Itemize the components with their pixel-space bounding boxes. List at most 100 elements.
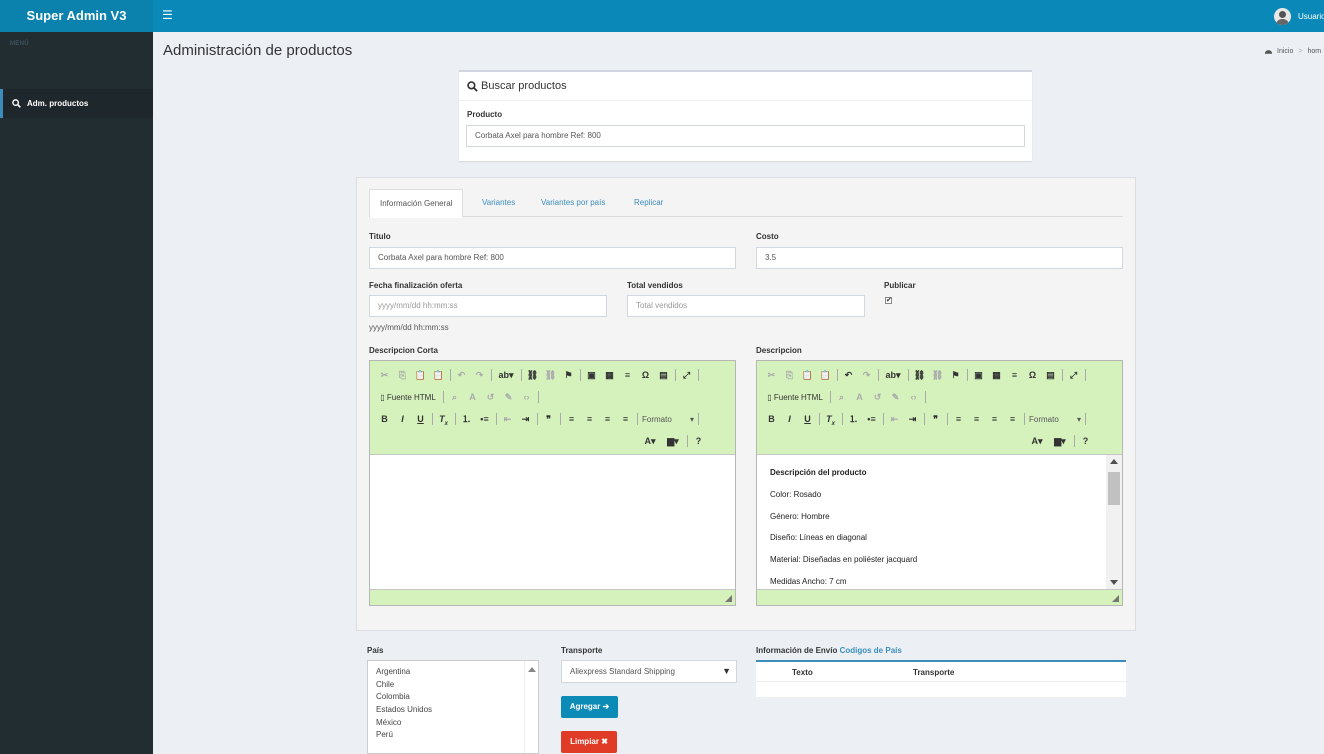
table-icon[interactable]: ▦ xyxy=(990,369,1003,382)
format-dropdown[interactable]: Formato ▾ xyxy=(1029,415,1081,424)
spellcheck-icon[interactable]: ab▾ xyxy=(883,369,903,382)
country-option[interactable]: Chile xyxy=(376,680,394,689)
iframe-icon[interactable]: ▤ xyxy=(1044,369,1057,382)
clear-button[interactable]: Limpiar ✖ xyxy=(561,731,617,753)
help-icon[interactable]: ? xyxy=(1079,435,1092,448)
horizontal-line-icon[interactable]: ≡ xyxy=(1008,369,1021,382)
find-icon[interactable]: ⌕ xyxy=(835,391,848,404)
align-left-icon[interactable]: ≡ xyxy=(952,413,965,426)
country-option[interactable]: Argentina xyxy=(376,667,410,676)
scroll-up-arrow-icon[interactable] xyxy=(1110,459,1118,464)
italic-icon[interactable]: I xyxy=(396,413,409,426)
justify-icon[interactable]: ≡ xyxy=(1006,413,1019,426)
find-icon[interactable]: ⌕ xyxy=(448,391,461,404)
copy-icon[interactable]: ⎘ xyxy=(396,369,409,382)
align-center-icon[interactable]: ≡ xyxy=(970,413,983,426)
app-logo[interactable]: Super Admin V3 xyxy=(0,0,153,32)
special-char-icon[interactable]: Ω xyxy=(1026,369,1039,382)
paste-text-icon[interactable]: 📋 xyxy=(819,369,832,382)
resize-handle-icon[interactable] xyxy=(725,595,732,602)
text-color-icon[interactable]: A▾ xyxy=(1028,435,1046,448)
undo-icon[interactable]: ↶ xyxy=(842,369,855,382)
short-description-content[interactable] xyxy=(370,454,735,590)
horizontal-line-icon[interactable]: ≡ xyxy=(621,369,634,382)
redo-icon[interactable]: ↷ xyxy=(860,369,873,382)
country-codes-link[interactable]: Codigos de País xyxy=(840,646,902,655)
bold-icon[interactable]: B xyxy=(378,413,391,426)
description-content[interactable]: Descripción del producto Color: Rosado G… xyxy=(757,454,1122,590)
redo-icon[interactable]: ↷ xyxy=(473,369,486,382)
breadcrumb-home[interactable]: Inicio xyxy=(1277,48,1293,55)
link-icon[interactable]: ⛓ xyxy=(526,369,539,382)
tab-variantes[interactable]: Variantes xyxy=(482,189,515,217)
maximize-icon[interactable]: ⤢ xyxy=(680,369,693,382)
code-icon[interactable]: ‹› xyxy=(907,391,920,404)
background-color-icon[interactable]: ▆▾ xyxy=(1051,435,1069,448)
remove-format-icon[interactable]: ↺ xyxy=(484,391,497,404)
offer-end-date-input[interactable]: yyyy/mm/dd hh:mm:ss xyxy=(369,295,607,317)
replace-icon[interactable]: A xyxy=(466,391,479,404)
total-sold-input[interactable]: Total vendidos xyxy=(627,295,865,317)
underline-icon[interactable]: U xyxy=(414,413,427,426)
outdent-icon[interactable]: ⇤ xyxy=(501,413,514,426)
numbered-list-icon[interactable]: ⒈ xyxy=(847,413,860,426)
spellcheck-icon[interactable]: ab▾ xyxy=(496,369,516,382)
tab-informacion-general[interactable]: Información General xyxy=(369,189,464,218)
source-html-button[interactable]: ▯ Fuente HTML xyxy=(765,391,825,404)
anchor-flag-icon[interactable]: ⚑ xyxy=(949,369,962,382)
country-option[interactable]: Perú xyxy=(376,730,393,739)
country-option[interactable]: Estados Unidos xyxy=(376,705,432,714)
iframe-icon[interactable]: ▤ xyxy=(657,369,670,382)
add-button[interactable]: Agregar ➔ xyxy=(561,696,618,718)
remove-format-icon[interactable]: ↺ xyxy=(871,391,884,404)
align-right-icon[interactable]: ≡ xyxy=(601,413,614,426)
bold-icon[interactable]: B xyxy=(765,413,778,426)
justify-icon[interactable]: ≡ xyxy=(619,413,632,426)
blockquote-icon[interactable]: ❞ xyxy=(929,413,942,426)
align-right-icon[interactable]: ≡ xyxy=(988,413,1001,426)
scrollbar-thumb[interactable] xyxy=(1108,472,1120,505)
code-icon[interactable]: ‹› xyxy=(520,391,533,404)
image-icon[interactable]: ▣ xyxy=(585,369,598,382)
country-option[interactable]: México xyxy=(376,718,401,727)
align-center-icon[interactable]: ≡ xyxy=(583,413,596,426)
tab-variantes-por-pais[interactable]: Variantes por país xyxy=(541,189,605,217)
text-color-icon[interactable]: A▾ xyxy=(641,435,659,448)
menu-toggle-icon[interactable]: ☰ xyxy=(162,9,173,21)
cost-input[interactable]: 3.5 xyxy=(756,247,1123,269)
italic-icon[interactable]: I xyxy=(783,413,796,426)
unlink-icon[interactable]: ⛓ xyxy=(544,369,557,382)
blockquote-icon[interactable]: ❞ xyxy=(542,413,555,426)
spell-icon[interactable]: ✎ xyxy=(889,391,902,404)
unlink-icon[interactable]: ⛓ xyxy=(931,369,944,382)
indent-icon[interactable]: ⇥ xyxy=(519,413,532,426)
transport-select[interactable]: Aliexpress Standard Shipping ▼ xyxy=(561,660,737,683)
country-listbox[interactable]: Argentina Chile Colombia Estados Unidos … xyxy=(367,660,539,754)
paste-text-icon[interactable]: 📋 xyxy=(432,369,445,382)
bullet-list-icon[interactable]: •≡ xyxy=(478,413,491,426)
format-dropdown[interactable]: Formato ▾ xyxy=(642,415,694,424)
clear-format-icon[interactable]: Tx xyxy=(824,413,837,427)
paste-icon[interactable]: 📋 xyxy=(801,369,814,382)
align-left-icon[interactable]: ≡ xyxy=(565,413,578,426)
table-icon[interactable]: ▦ xyxy=(603,369,616,382)
undo-icon[interactable]: ↶ xyxy=(455,369,468,382)
special-char-icon[interactable]: Ω xyxy=(639,369,652,382)
outdent-icon[interactable]: ⇤ xyxy=(888,413,901,426)
scroll-down-arrow-icon[interactable] xyxy=(1110,580,1118,585)
image-icon[interactable]: ▣ xyxy=(972,369,985,382)
publish-checkbox[interactable]: ✔ xyxy=(885,297,892,304)
source-html-button[interactable]: ▯ Fuente HTML xyxy=(378,391,438,404)
background-color-icon[interactable]: ▆▾ xyxy=(664,435,682,448)
anchor-flag-icon[interactable]: ⚑ xyxy=(562,369,575,382)
tab-replicar[interactable]: Replicar xyxy=(634,189,663,217)
cut-icon[interactable]: ✂ xyxy=(378,369,391,382)
resize-handle-icon[interactable] xyxy=(1112,595,1119,602)
spell-icon[interactable]: ✎ xyxy=(502,391,515,404)
user-menu[interactable]: Usuario xyxy=(1274,7,1324,25)
copy-icon[interactable]: ⎘ xyxy=(783,369,796,382)
link-icon[interactable]: ⛓ xyxy=(913,369,926,382)
cut-icon[interactable]: ✂ xyxy=(765,369,778,382)
help-icon[interactable]: ? xyxy=(692,435,705,448)
paste-icon[interactable]: 📋 xyxy=(414,369,427,382)
